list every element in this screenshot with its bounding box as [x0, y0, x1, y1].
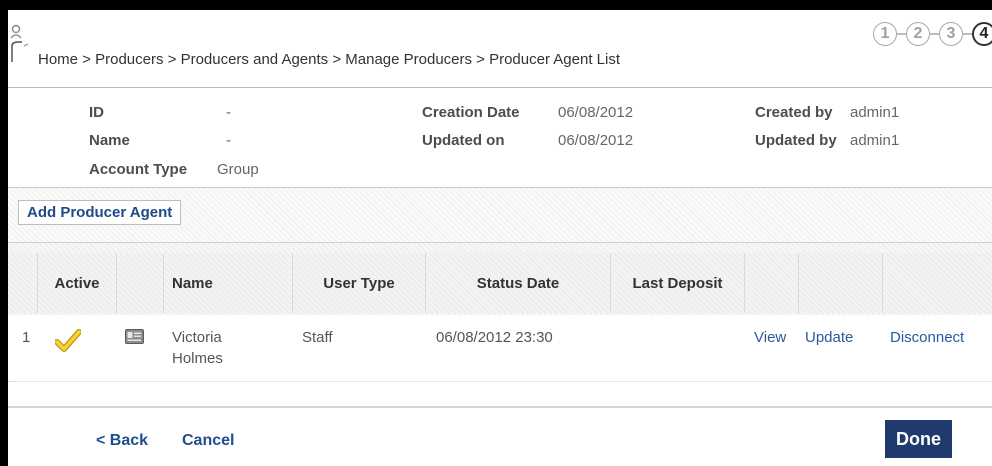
- column-header-disconnect: [883, 253, 992, 313]
- account-type-label: Account Type: [89, 161, 188, 178]
- step-4-current[interactable]: 4: [972, 22, 992, 46]
- column-header-icon: [117, 253, 164, 313]
- column-header-view: [745, 253, 799, 313]
- updated-by-value: admin1: [850, 132, 900, 149]
- footer-divider: [8, 406, 992, 408]
- disconnect-link[interactable]: Disconnect: [890, 327, 964, 348]
- page-header: Home > Producers > Producers and Agents …: [8, 10, 992, 88]
- account-type-value: Group: [217, 161, 259, 178]
- column-header-active[interactable]: Active: [38, 253, 117, 313]
- name-label: Name: [89, 132, 130, 149]
- table-header: Active Name User Type Status Date Last D…: [8, 243, 992, 315]
- active-check-icon: [55, 329, 81, 352]
- column-header-user-type[interactable]: User Type: [293, 253, 426, 313]
- agent-name[interactable]: Victoria Holmes: [172, 327, 223, 369]
- producer-agent-table: Active Name User Type Status Date Last D…: [8, 243, 992, 403]
- updated-on-value: 06/08/2012: [558, 132, 634, 149]
- agent-name-line1: Victoria: [172, 329, 222, 346]
- step-connector: [897, 33, 906, 35]
- id-value: -: [226, 104, 231, 121]
- id-label: ID: [89, 104, 104, 121]
- column-header-name[interactable]: Name: [164, 253, 293, 313]
- view-link[interactable]: View: [754, 327, 786, 348]
- creation-date-value: 06/08/2012: [558, 104, 634, 121]
- name-value: -: [226, 132, 231, 149]
- column-header-update: [799, 253, 883, 313]
- table-row: 1 Victoria Holmes Staff 06/08/2012 23:30…: [8, 315, 992, 382]
- add-producer-agent-button[interactable]: Add Producer Agent: [18, 200, 182, 225]
- column-header-last-deposit[interactable]: Last Deposit: [611, 253, 745, 313]
- column-header-index: [8, 253, 38, 313]
- status-date-cell: 06/08/2012 23:30: [436, 329, 553, 346]
- step-1[interactable]: 1: [873, 22, 897, 46]
- column-header-status-date[interactable]: Status Date: [426, 253, 611, 313]
- step-3[interactable]: 3: [939, 22, 963, 46]
- done-button[interactable]: Done: [885, 420, 952, 458]
- cancel-link[interactable]: Cancel: [182, 432, 234, 450]
- back-link[interactable]: < Back: [96, 432, 148, 450]
- wizard-steps: 1 2 3 4: [873, 22, 992, 46]
- step-connector: [930, 33, 939, 35]
- user-type-cell: Staff: [302, 329, 333, 346]
- agent-name-line2: Holmes: [172, 350, 223, 367]
- row-divider: [8, 381, 992, 382]
- breadcrumb: Home > Producers > Producers and Agents …: [38, 51, 621, 68]
- contact-card-icon[interactable]: [125, 329, 144, 344]
- creation-date-label: Creation Date: [422, 104, 520, 121]
- updated-on-label: Updated on: [422, 132, 505, 149]
- page-frame: Home > Producers > Producers and Agents …: [0, 0, 992, 466]
- created-by-value: admin1: [850, 104, 900, 121]
- step-connector: [963, 33, 972, 35]
- producer-info-panel: ID - Name - Account Type Group Creation …: [8, 89, 992, 187]
- action-bar: Add Producer Agent: [8, 187, 992, 243]
- created-by-label: Created by: [755, 104, 833, 121]
- user-icon: [10, 24, 29, 62]
- update-link[interactable]: Update: [805, 327, 853, 348]
- row-index: 1: [22, 329, 31, 346]
- updated-by-label: Updated by: [755, 132, 837, 149]
- step-2[interactable]: 2: [906, 22, 930, 46]
